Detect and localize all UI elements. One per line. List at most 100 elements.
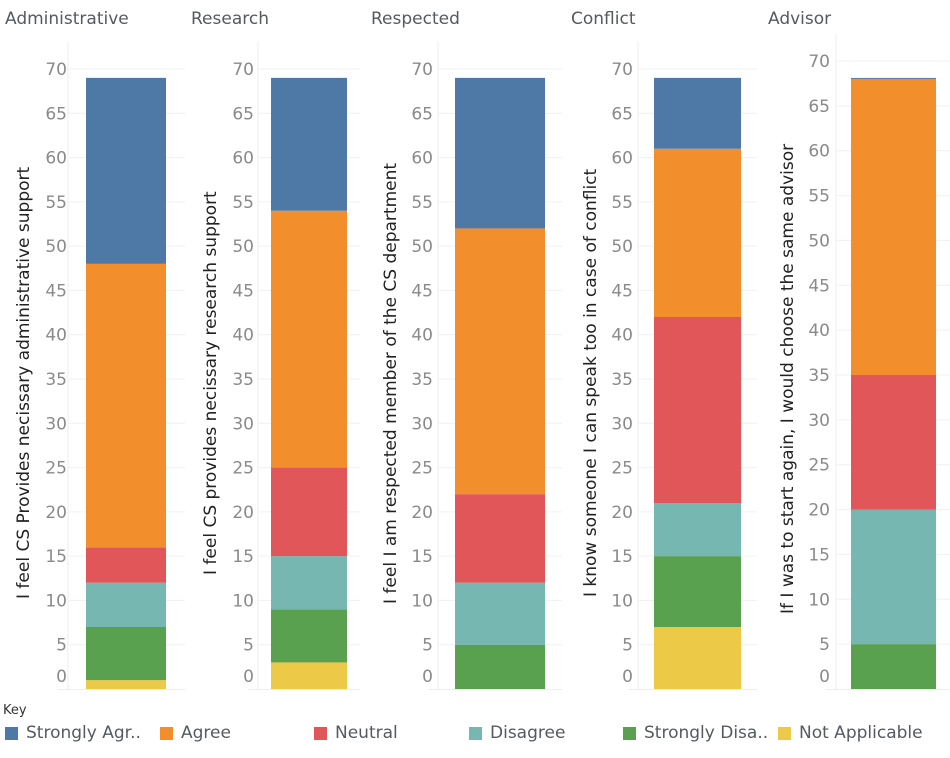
legend-item-neutral[interactable]: Neutral — [314, 723, 398, 743]
bar-segment-strongly-agree[interactable] — [851, 77, 936, 79]
legend-swatch — [778, 726, 791, 740]
y-tick-label: 0 — [622, 667, 633, 687]
bar-segment-neutral[interactable] — [86, 547, 166, 583]
panel-research: 0 5 10 15 20 25 30 35 40 45 50 55 60 65 70 — [232, 41, 360, 690]
panel-conflict: 0 5 10 15 20 25 30 35 40 45 50 55 60 65 70 — [611, 41, 757, 690]
y-tick-label: 40 — [411, 326, 433, 346]
y-tick-label: 35 — [808, 366, 830, 386]
bar-segment-disagree[interactable] — [271, 556, 347, 610]
legend-swatch — [314, 726, 327, 740]
y-tick-label: 45 — [232, 281, 254, 301]
y-tick-label: 30 — [808, 411, 830, 431]
y-tick-label: 35 — [411, 370, 433, 390]
bar-segment-disagree[interactable] — [654, 503, 741, 557]
bar-segment-strongly-agree[interactable] — [654, 77, 741, 149]
y-tick-label: 70 — [45, 60, 67, 80]
bar-segment-strongly-disagree[interactable] — [86, 627, 166, 681]
y-tick-label: 0 — [819, 667, 830, 687]
legend-item-disagree[interactable]: Disagree — [469, 723, 565, 743]
y-tick-label: 5 — [422, 636, 433, 656]
y-tick-label: 60 — [45, 149, 67, 169]
bar-segment-strongly-disagree[interactable] — [271, 609, 347, 663]
bar-segment-disagree[interactable] — [86, 582, 166, 627]
bar-segment-strongly-disagree[interactable] — [851, 644, 936, 689]
y-tick-label: 10 — [808, 590, 830, 610]
y-tick-label: 15 — [232, 547, 254, 567]
y-tick-label: 0 — [56, 667, 67, 687]
legend-item-strongly-disagree[interactable]: Strongly Disa.. — [623, 723, 768, 743]
bar-segment-strongly-agree[interactable] — [86, 77, 166, 264]
y-tick-label: 60 — [808, 142, 830, 162]
legend-swatch — [623, 726, 636, 740]
y-tick-label: 50 — [45, 237, 67, 257]
y-tick-label: 40 — [808, 321, 830, 341]
legend-label: Strongly Agr.. — [26, 723, 141, 743]
y-tick-label: 55 — [232, 193, 254, 213]
y-tick-label: 25 — [232, 459, 254, 479]
y-tick-label: 35 — [45, 370, 67, 390]
y-tick-label: 45 — [411, 281, 433, 301]
bar-segment-agree[interactable] — [271, 210, 347, 468]
y-tick-label: 70 — [808, 52, 830, 72]
y-tick-label: 25 — [45, 459, 67, 479]
bar-segment-strongly-agree[interactable] — [271, 77, 347, 211]
bar-segment-agree[interactable] — [851, 78, 936, 375]
bar-segment-neutral[interactable] — [271, 467, 347, 557]
y-tick-label: 55 — [411, 193, 433, 213]
y-tick-label: 10 — [232, 591, 254, 611]
y-tick-label: 50 — [808, 231, 830, 251]
y-tick-label: 55 — [808, 187, 830, 207]
y-tick-label: 65 — [808, 97, 830, 117]
y-tick-label: 5 — [819, 635, 830, 655]
bar-segment-agree[interactable] — [654, 148, 741, 317]
y-tick-label: 20 — [45, 503, 67, 523]
bar-segment-not-applicable[interactable] — [654, 627, 741, 689]
y-tick-label: 60 — [411, 149, 433, 169]
bar-segment-strongly-disagree[interactable] — [654, 556, 741, 627]
y-tick-label: 30 — [232, 414, 254, 434]
panel-administrative: 0 5 10 15 20 25 30 35 40 45 50 55 60 65 70 — [45, 41, 185, 690]
bar-segment-agree[interactable] — [86, 263, 166, 548]
y-tick-label: 15 — [808, 545, 830, 565]
bar-segment-strongly-agree[interactable] — [455, 77, 545, 229]
bar-segment-disagree[interactable] — [851, 509, 936, 645]
y-tick-label: 40 — [232, 326, 254, 346]
y-tick-label: 70 — [232, 60, 254, 80]
legend-label: Not Applicable — [799, 723, 923, 743]
y-tick-label: 25 — [611, 459, 633, 479]
legend-swatch — [5, 726, 18, 740]
y-tick-label: 65 — [611, 104, 633, 124]
bar-segment-neutral[interactable] — [455, 494, 545, 583]
bar-segment-neutral[interactable] — [851, 375, 936, 510]
bar-segment-not-applicable[interactable] — [86, 680, 166, 689]
legend-item-strongly-agree[interactable]: Strongly Agr.. — [5, 723, 141, 743]
y-tick-label: 65 — [45, 104, 67, 124]
legend-item-agree[interactable]: Agree — [160, 723, 231, 743]
panel-advisor: 0 5 10 15 20 25 30 35 40 45 50 55 60 65 70 — [808, 33, 950, 690]
bar-segment-not-applicable[interactable] — [271, 662, 347, 689]
y-tick-label: 30 — [611, 414, 633, 434]
legend-label: Agree — [181, 723, 231, 743]
y-tick-label: 5 — [622, 636, 633, 656]
y-tick-label: 15 — [611, 547, 633, 567]
bar-segment-neutral[interactable] — [654, 317, 741, 503]
legend-label: Neutral — [335, 723, 398, 743]
y-tick-label: 15 — [45, 547, 67, 567]
y-tick-label: 55 — [45, 193, 67, 213]
stacked-bar-chart: 0510152025303540455055606570051015202530… — [45, 33, 950, 690]
y-tick-label: 60 — [611, 149, 633, 169]
bar-segment-agree[interactable] — [455, 228, 545, 495]
y-tick-label: 60 — [232, 149, 254, 169]
legend-swatch — [469, 726, 482, 740]
y-tick-label: 40 — [611, 326, 633, 346]
legend-item-not-applicable[interactable]: Not Applicable — [778, 723, 923, 743]
y-tick-label: 30 — [45, 414, 67, 434]
bar-segment-strongly-disagree[interactable] — [455, 644, 545, 689]
y-tick-label: 20 — [411, 503, 433, 523]
legend-label: Disagree — [490, 723, 566, 743]
y-tick-label: 40 — [45, 326, 67, 346]
y-tick-label: 35 — [611, 370, 633, 390]
bar-segment-disagree[interactable] — [455, 582, 545, 645]
y-tick-label: 5 — [56, 636, 67, 656]
y-tick-label: 20 — [232, 503, 254, 523]
